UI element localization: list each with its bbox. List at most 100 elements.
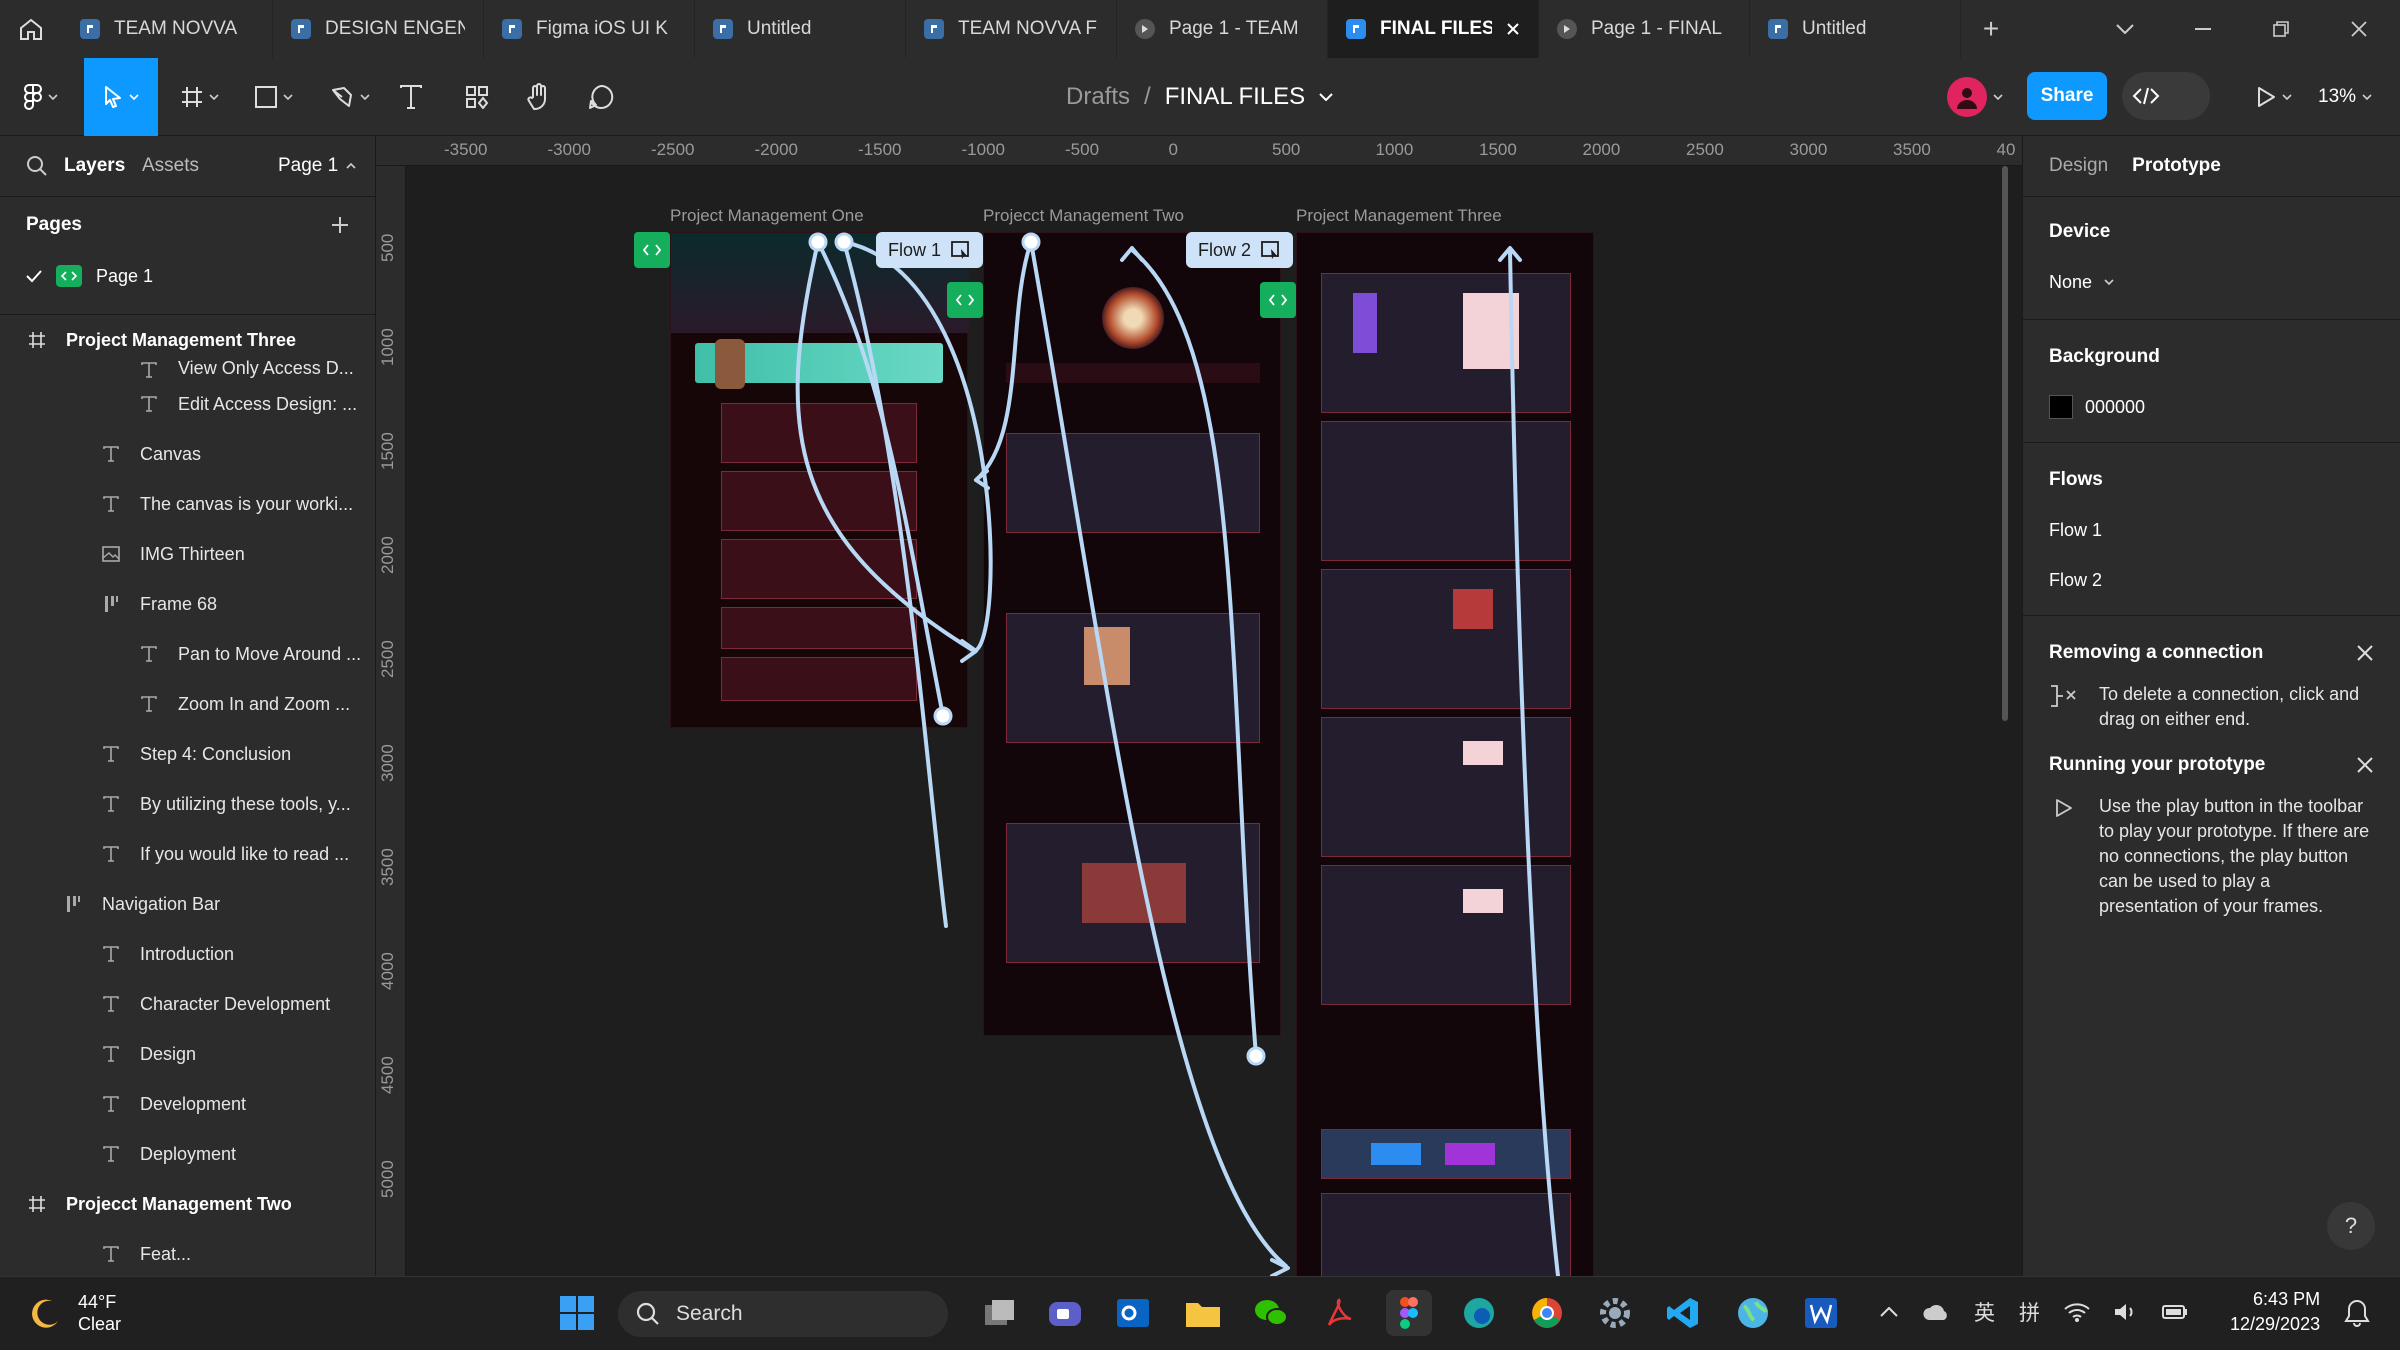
browser-tab[interactable]: TEAM NOVVA — [62, 0, 273, 58]
layer-item[interactable]: Character Development — [0, 979, 375, 1029]
browser-tab[interactable]: Figma iOS UI K — [484, 0, 695, 58]
ime-indicator[interactable]: 英 — [1974, 1297, 1995, 1327]
app-browser[interactable] — [1730, 1290, 1776, 1336]
prototype-connections[interactable] — [406, 166, 2022, 1276]
close-icon[interactable] — [2356, 644, 2374, 662]
app-vscode[interactable] — [1660, 1290, 1706, 1336]
hand-tool[interactable] — [522, 58, 556, 136]
layer-item[interactable]: IMG Thirteen — [0, 529, 375, 579]
comment-tool[interactable] — [584, 58, 618, 136]
tab-assets[interactable]: Assets — [142, 155, 199, 177]
browser-tab[interactable]: TEAM NOVVA F — [906, 0, 1117, 58]
layer-item[interactable]: Pan to Move Around ... — [0, 629, 375, 679]
background-color-field[interactable]: 000000 — [2049, 382, 2374, 432]
close-window-button[interactable] — [2320, 0, 2398, 58]
new-tab-button[interactable]: + — [1961, 0, 2021, 58]
app-wechat[interactable] — [1248, 1290, 1294, 1336]
close-icon[interactable] — [2356, 756, 2374, 774]
canvas[interactable]: Project Management One Projecct Manageme… — [406, 166, 2022, 1276]
breadcrumb-drafts[interactable]: Drafts — [1066, 83, 1130, 111]
background-hex[interactable]: 000000 — [2085, 397, 2145, 418]
notifications-button[interactable] — [2344, 1299, 2370, 1327]
pen-tool[interactable] — [322, 58, 378, 136]
layer-item[interactable]: Deployment — [0, 1129, 375, 1179]
chevron-down-icon[interactable] — [1319, 93, 1333, 101]
file-name[interactable]: FINAL FILES — [1165, 83, 1305, 111]
start-button[interactable] — [554, 1290, 600, 1336]
layer-item[interactable]: Canvas — [0, 429, 375, 479]
page-selector[interactable]: Page 1 — [278, 155, 356, 177]
layer-item[interactable]: Frame 68 — [0, 579, 375, 629]
search-icon[interactable] — [26, 155, 48, 177]
user-menu[interactable] — [1938, 58, 2012, 136]
layer-item[interactable]: Development — [0, 1079, 375, 1129]
wifi-icon[interactable] — [2064, 1302, 2090, 1322]
volume-icon[interactable] — [2114, 1302, 2138, 1322]
zoom-menu[interactable]: 13% — [2318, 58, 2372, 136]
task-view-button[interactable] — [977, 1290, 1023, 1336]
cloud-icon[interactable] — [1922, 1302, 1950, 1322]
layer-item[interactable]: Edit Access Design: ... — [0, 379, 375, 429]
ime-mode-indicator[interactable]: 拼 — [2019, 1297, 2040, 1327]
layer-item[interactable]: The canvas is your worki... — [0, 479, 375, 529]
main-menu-button[interactable] — [14, 58, 68, 136]
help-button[interactable]: ? — [2327, 1202, 2375, 1250]
browser-tab[interactable]: DESIGN ENGEN — [273, 0, 484, 58]
app-figma[interactable] — [1386, 1290, 1432, 1336]
minimize-button[interactable] — [2164, 0, 2242, 58]
tab-prototype[interactable]: Prototype — [2132, 155, 2221, 177]
plus-icon[interactable] — [331, 216, 349, 234]
flow-item[interactable]: Flow 2 — [2049, 555, 2374, 605]
tab-design[interactable]: Design — [2049, 155, 2108, 177]
present-button[interactable] — [2244, 58, 2304, 136]
dev-mode-toggle[interactable] — [2122, 72, 2210, 120]
browser-tab[interactable]: Untitled — [695, 0, 906, 58]
browser-tab[interactable]: FINAL FILES — [1328, 0, 1539, 58]
tab-layers[interactable]: Layers — [64, 155, 125, 177]
app-file-explorer[interactable] — [1180, 1290, 1226, 1336]
battery-icon[interactable] — [2162, 1304, 2188, 1320]
canvas-scrollbar[interactable] — [2002, 166, 2008, 721]
flow-item[interactable]: Flow 1 — [2049, 505, 2374, 555]
layer-item[interactable]: Zoom In and Zoom ... — [0, 679, 375, 729]
layer-item[interactable]: Design — [0, 1029, 375, 1079]
layer-item[interactable]: Projecct Management Two — [0, 1179, 375, 1229]
browser-tab[interactable]: Page 1 - TEAM — [1117, 0, 1328, 58]
taskbar-search[interactable]: Search — [618, 1291, 948, 1337]
restore-button[interactable] — [2242, 0, 2320, 58]
shape-tool[interactable] — [246, 58, 302, 136]
app-chrome[interactable] — [1524, 1290, 1570, 1336]
connector[interactable] — [816, 240, 945, 718]
home-button[interactable] — [0, 0, 62, 58]
layer-item[interactable]: View Only Access D... — [0, 355, 375, 379]
app-meet[interactable] — [1042, 1290, 1088, 1336]
layer-item[interactable]: Navigation Bar — [0, 879, 375, 929]
layer-item[interactable]: If you would like to read ... — [0, 829, 375, 879]
move-tool[interactable] — [84, 58, 158, 136]
close-tab-icon[interactable] — [1506, 22, 1520, 36]
share-button[interactable]: Share — [2027, 72, 2107, 120]
device-select[interactable]: None — [2049, 257, 2374, 307]
layer-item[interactable]: Introduction — [0, 929, 375, 979]
app-outlook[interactable] — [1110, 1290, 1156, 1336]
app-word[interactable] — [1798, 1290, 1844, 1336]
chevron-up-icon[interactable] — [1880, 1307, 1898, 1317]
browser-tab[interactable]: Untitled — [1750, 0, 1961, 58]
resources-tool[interactable] — [460, 58, 494, 136]
page-item-page-1[interactable]: Page 1 — [0, 252, 375, 300]
app-acrobat[interactable] — [1316, 1290, 1362, 1336]
text-tool[interactable] — [394, 58, 428, 136]
layer-item[interactable]: Step 4: Conclusion — [0, 729, 375, 779]
tab-list-button[interactable] — [2086, 0, 2164, 58]
frame-tool[interactable] — [172, 58, 228, 136]
app-settings[interactable] — [1592, 1290, 1638, 1336]
color-swatch[interactable] — [2049, 395, 2073, 419]
browser-tab[interactable]: Page 1 - FINAL — [1539, 0, 1750, 58]
clock[interactable]: 6:43 PM 12/29/2023 — [2230, 1287, 2320, 1337]
flow-starting-point-1[interactable]: Flow 1 — [876, 232, 984, 268]
flow-starting-point-2[interactable]: Flow 2 — [1186, 232, 1294, 268]
layer-item[interactable]: Feat... — [0, 1229, 375, 1276]
app-edge[interactable] — [1456, 1290, 1502, 1336]
layer-item[interactable]: By utilizing these tools, y... — [0, 779, 375, 829]
weather-widget[interactable]: 44°F Clear — [26, 1291, 121, 1335]
